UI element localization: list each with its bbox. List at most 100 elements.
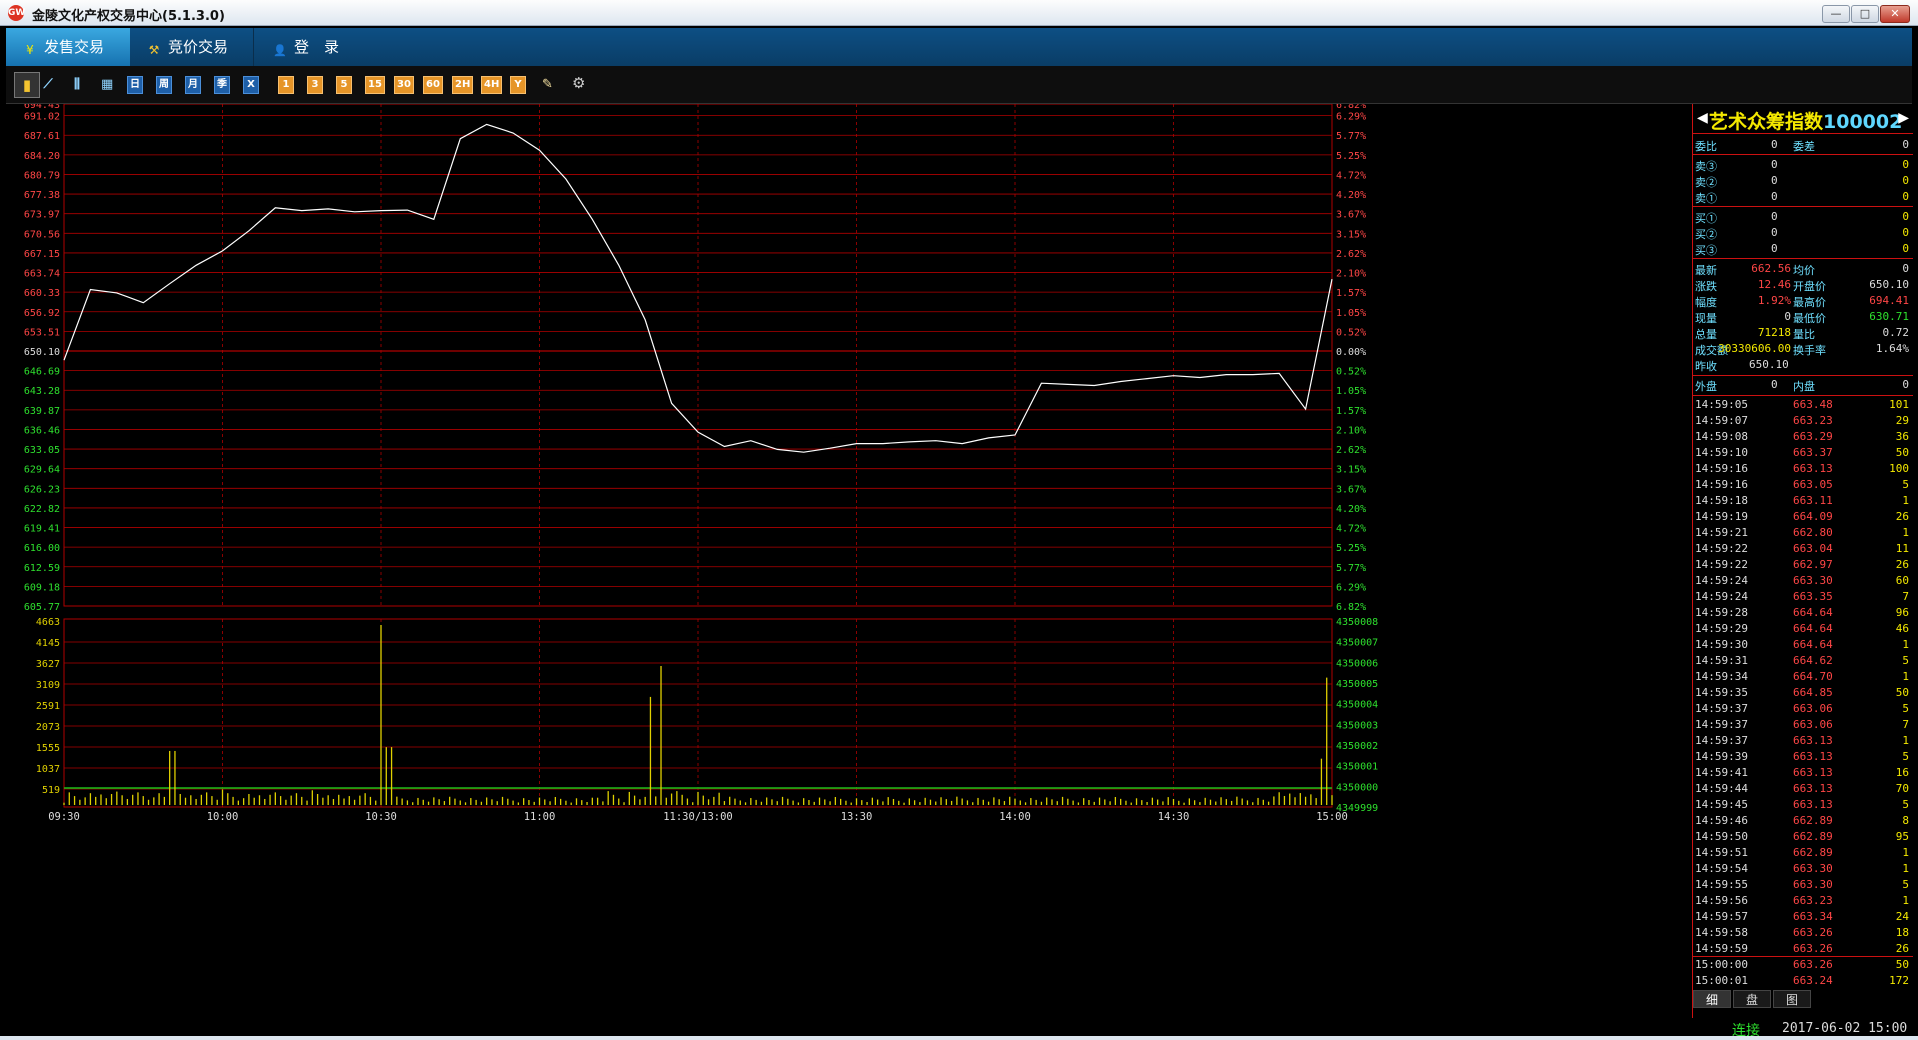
diff-value: 0 <box>1902 138 1909 151</box>
minute-15-button[interactable]: 15 <box>365 76 385 94</box>
bar-chart-icon[interactable]: ▮ <box>14 72 40 98</box>
bid-volume: 0 <box>1902 242 1909 255</box>
bid-row[interactable]: 买③ 0 0 <box>1693 241 1913 257</box>
tick-time: 14:59:16 <box>1695 478 1748 491</box>
tick-price: 663.04 <box>1793 542 1833 555</box>
minute-1-button[interactable]: 1 <box>278 76 294 94</box>
tick-price: 663.13 <box>1793 782 1833 795</box>
tab-bid-trading[interactable]: ⚒ 竞价交易 <box>130 28 254 66</box>
tick-volume: 1 <box>1902 862 1909 875</box>
minute-3-button[interactable]: 3 <box>307 76 323 94</box>
tick-volume: 8 <box>1902 814 1909 827</box>
year-button[interactable]: Y <box>510 76 526 94</box>
volume-right-tick-label: 4350000 <box>1336 782 1378 793</box>
tick-price: 663.11 <box>1793 494 1833 507</box>
price-tick-label: 626.23 <box>24 484 60 495</box>
time-tick-label: 11:30/13:00 <box>663 811 733 823</box>
tick-row: 14:59:45 663.13 5 <box>1693 797 1913 813</box>
line-chart-icon[interactable]: ⟋ <box>40 76 56 94</box>
tab-graph[interactable]: 图 <box>1773 990 1811 1008</box>
tick-price: 664.09 <box>1793 510 1833 523</box>
tick-row: 14:59:10 663.37 50 <box>1693 445 1913 461</box>
minute-5-button[interactable]: 5 <box>336 76 352 94</box>
hour-4-button[interactable]: 4H <box>481 76 503 94</box>
tick-volume: 5 <box>1902 654 1909 667</box>
period-quarter-button[interactable]: 季 <box>214 76 230 94</box>
tab-sale-trading[interactable]: ¥ 发售交易 <box>6 28 130 66</box>
tick-time: 14:59:37 <box>1695 702 1748 715</box>
panel-divider <box>1693 206 1913 207</box>
tick-volume: 11 <box>1895 542 1909 555</box>
hour-2-button[interactable]: 2H <box>452 76 474 94</box>
tick-price: 663.05 <box>1793 478 1833 491</box>
next-instrument-icon[interactable]: ▶ <box>1898 110 1909 126</box>
price-tick-label: 694.43 <box>24 104 60 111</box>
ask-row[interactable]: 卖① 0 0 <box>1693 189 1913 205</box>
tick-row: 14:59:07 663.23 29 <box>1693 413 1913 429</box>
tab-plate[interactable]: 盘 <box>1733 990 1771 1008</box>
candlestick-icon[interactable]: ⫼ <box>69 76 85 94</box>
pct-tick-label: 2.10% <box>1336 269 1366 280</box>
tick-row: 14:59:51 662.89 1 <box>1693 845 1913 861</box>
panel-divider <box>1693 395 1913 396</box>
pct-tick-label: 1.57% <box>1336 288 1366 299</box>
tick-volume: 70 <box>1895 782 1909 795</box>
minimize-button[interactable]: — <box>1822 5 1850 23</box>
maximize-button[interactable]: □ <box>1851 5 1879 23</box>
tick-time: 14:59:07 <box>1695 414 1748 427</box>
tick-row: 14:59:29 664.64 46 <box>1693 621 1913 637</box>
volume-tick-label: 4145 <box>36 638 60 649</box>
quote-row: 现量 0 最低价 630.71 <box>1693 309 1913 325</box>
gear-icon[interactable]: ⚙ <box>569 74 588 92</box>
tick-volume: 60 <box>1895 574 1909 587</box>
time-tick-label: 13:30 <box>841 811 873 823</box>
tick-price: 662.80 <box>1793 526 1833 539</box>
order-ratio-row: 委比 0 委差 0 <box>1693 137 1913 153</box>
tick-row: 14:59:55 663.30 5 <box>1693 877 1913 893</box>
tick-volume: 5 <box>1902 798 1909 811</box>
period-week-button[interactable]: 周 <box>156 76 172 94</box>
tick-row: 14:59:18 663.11 1 <box>1693 493 1913 509</box>
minute-30-button[interactable]: 30 <box>394 76 414 94</box>
tab-detail[interactable]: 细 <box>1693 990 1731 1008</box>
time-tick-label: 14:30 <box>1158 811 1190 823</box>
volume-tick-label: 2073 <box>36 722 60 733</box>
quote-value: 71218 <box>1757 326 1791 339</box>
quote-value: 0 <box>1902 262 1909 275</box>
status-bar: 连接 2017-06-02 15:00 <box>1692 1018 1912 1039</box>
tick-time: 14:59:30 <box>1695 638 1748 651</box>
draw-pencil-icon[interactable]: ✎ <box>539 76 556 94</box>
period-x-button[interactable]: X <box>243 76 259 94</box>
instrument-code: 100002 <box>1823 111 1903 133</box>
outer-label: 外盘 <box>1695 380 1717 393</box>
tick-volume: 101 <box>1889 398 1909 411</box>
bid-row[interactable]: 买① 0 0 <box>1693 209 1913 225</box>
period-day-button[interactable]: 日 <box>127 76 143 94</box>
period-month-button[interactable]: 月 <box>185 76 201 94</box>
close-button[interactable]: ✕ <box>1880 5 1910 23</box>
app-logo-icon: GW <box>8 5 25 21</box>
prev-instrument-icon[interactable]: ◀ <box>1697 110 1708 126</box>
pct-tick-label: 6.82% <box>1336 104 1366 111</box>
pct-tick-label: 4.20% <box>1336 190 1366 201</box>
tick-time: 14:59:59 <box>1695 942 1748 955</box>
price-tick-label: 667.15 <box>24 249 60 260</box>
bid-row[interactable]: 买② 0 0 <box>1693 225 1913 241</box>
tick-price: 663.23 <box>1793 414 1833 427</box>
ask-row[interactable]: 卖② 0 0 <box>1693 173 1913 189</box>
ask-label: 卖① <box>1695 192 1717 205</box>
minute-60-button[interactable]: 60 <box>423 76 443 94</box>
ask-label: 卖② <box>1695 176 1717 189</box>
calendar-icon[interactable]: ▦ <box>98 76 116 94</box>
ask-row[interactable]: 卖③ 0 0 <box>1693 157 1913 173</box>
panel-divider <box>1693 154 1913 155</box>
tab-login[interactable]: 👤 登 录 <box>256 28 366 66</box>
ask-price: 0 <box>1771 190 1778 203</box>
tick-time: 14:59:37 <box>1695 718 1748 731</box>
time-tick-label: 10:30 <box>365 811 397 823</box>
bid-volume: 0 <box>1902 226 1909 239</box>
pct-tick-label: 1.57% <box>1336 406 1366 417</box>
tick-time: 14:59:19 <box>1695 510 1748 523</box>
bid-label: 买① <box>1695 212 1717 225</box>
tick-row: 14:59:30 664.64 1 <box>1693 637 1913 653</box>
